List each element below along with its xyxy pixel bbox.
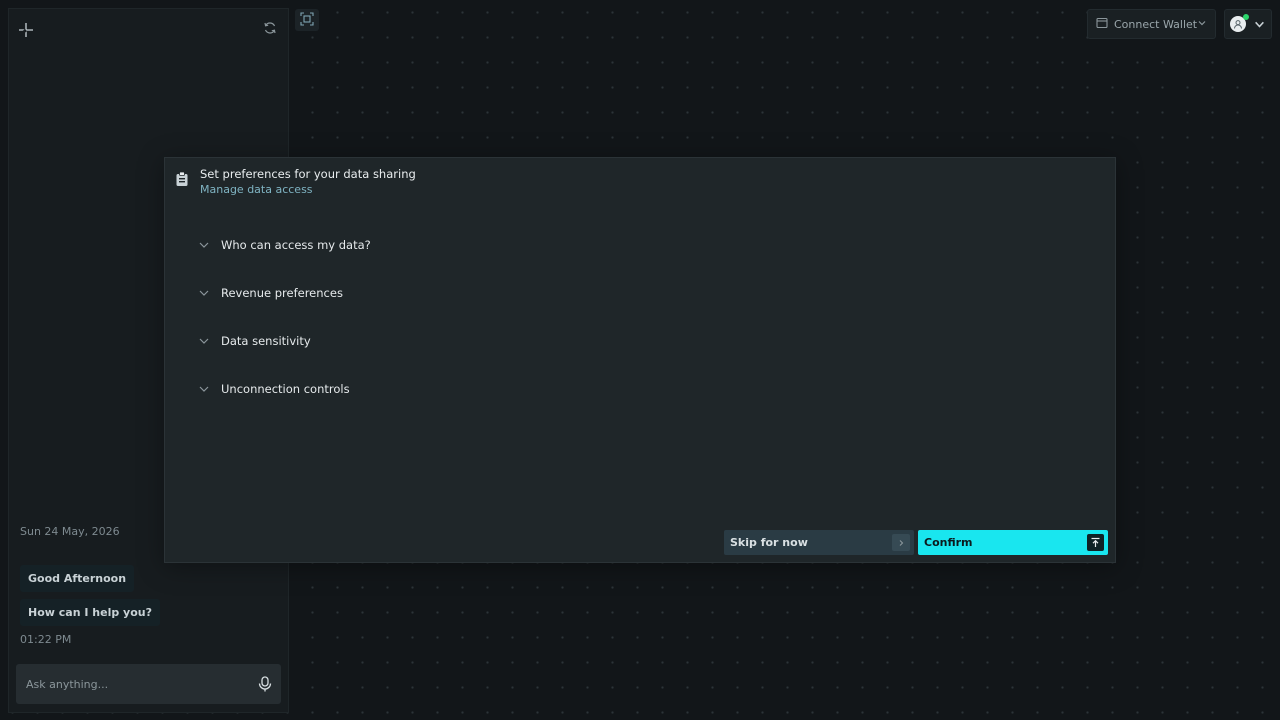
chevron-right-icon — [892, 534, 910, 551]
accordion-data-sensitivity[interactable]: Data sensitivity — [198, 330, 598, 352]
connect-wallet-button[interactable]: Connect Wallet — [1087, 9, 1216, 39]
confirm-button[interactable]: Confirm — [918, 530, 1108, 555]
scan-button[interactable] — [295, 9, 319, 31]
avatar-icon — [1234, 20, 1242, 29]
chevron-down-icon — [198, 239, 210, 251]
modal-subtitle: Manage data access — [200, 183, 313, 196]
clipboard-icon — [175, 171, 189, 187]
chevron-down-icon — [198, 287, 210, 299]
chevron-down-icon — [1254, 15, 1265, 34]
data-sharing-preferences-modal: Set preferences for your data sharing Ma… — [164, 157, 1116, 563]
accordion-unconnection-controls[interactable]: Unconnection controls — [198, 378, 598, 400]
chat-input[interactable] — [26, 664, 246, 704]
chat-input-container — [16, 664, 281, 704]
accordion-label: Who can access my data? — [221, 238, 371, 252]
chat-message: Good Afternoon — [20, 565, 135, 592]
accordion-revenue-preferences[interactable]: Revenue preferences — [198, 282, 598, 304]
chevron-down-icon — [198, 383, 210, 395]
skip-label: Skip for now — [730, 536, 808, 549]
accordion-who-can-access[interactable]: Who can access my data? — [198, 234, 598, 256]
sparkle-icon — [17, 21, 35, 39]
chevron-down-icon — [198, 335, 210, 347]
accordion-label: Unconnection controls — [221, 382, 350, 396]
refresh-icon[interactable] — [263, 20, 279, 36]
profile-menu-button[interactable] — [1224, 9, 1272, 39]
wallet-icon — [1096, 17, 1108, 32]
confirm-label: Confirm — [924, 536, 973, 549]
chat-date: Sun 24 May, 2026 — [20, 525, 120, 538]
chevron-down-icon — [1197, 18, 1207, 31]
chat-message: How can I help you? — [20, 599, 160, 626]
accordion-label: Data sensitivity — [221, 334, 311, 348]
microphone-icon[interactable] — [256, 675, 274, 693]
online-status-dot — [1243, 14, 1249, 20]
connect-wallet-label: Connect Wallet — [1114, 17, 1198, 31]
accordion-label: Revenue preferences — [221, 286, 343, 300]
scan-icon — [300, 11, 314, 30]
chat-timestamp: 01:22 PM — [20, 633, 72, 646]
upload-arrow-icon — [1087, 534, 1104, 551]
skip-for-now-button[interactable]: Skip for now — [724, 530, 914, 555]
modal-title: Set preferences for your data sharing — [200, 167, 416, 181]
avatar — [1230, 14, 1249, 32]
